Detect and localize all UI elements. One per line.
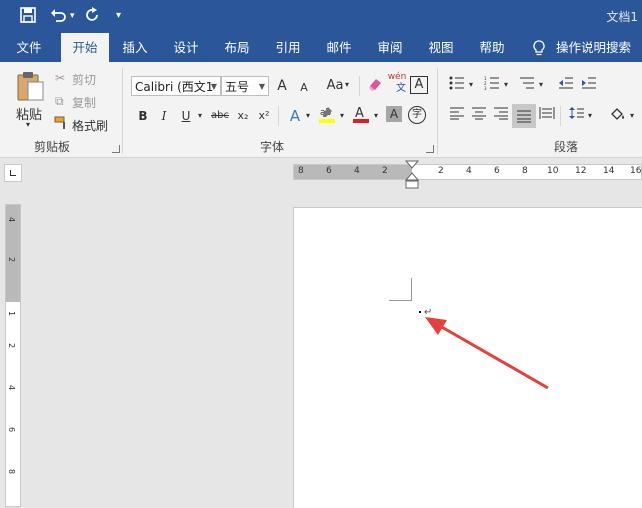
annotation-arrow bbox=[425, 317, 549, 390]
